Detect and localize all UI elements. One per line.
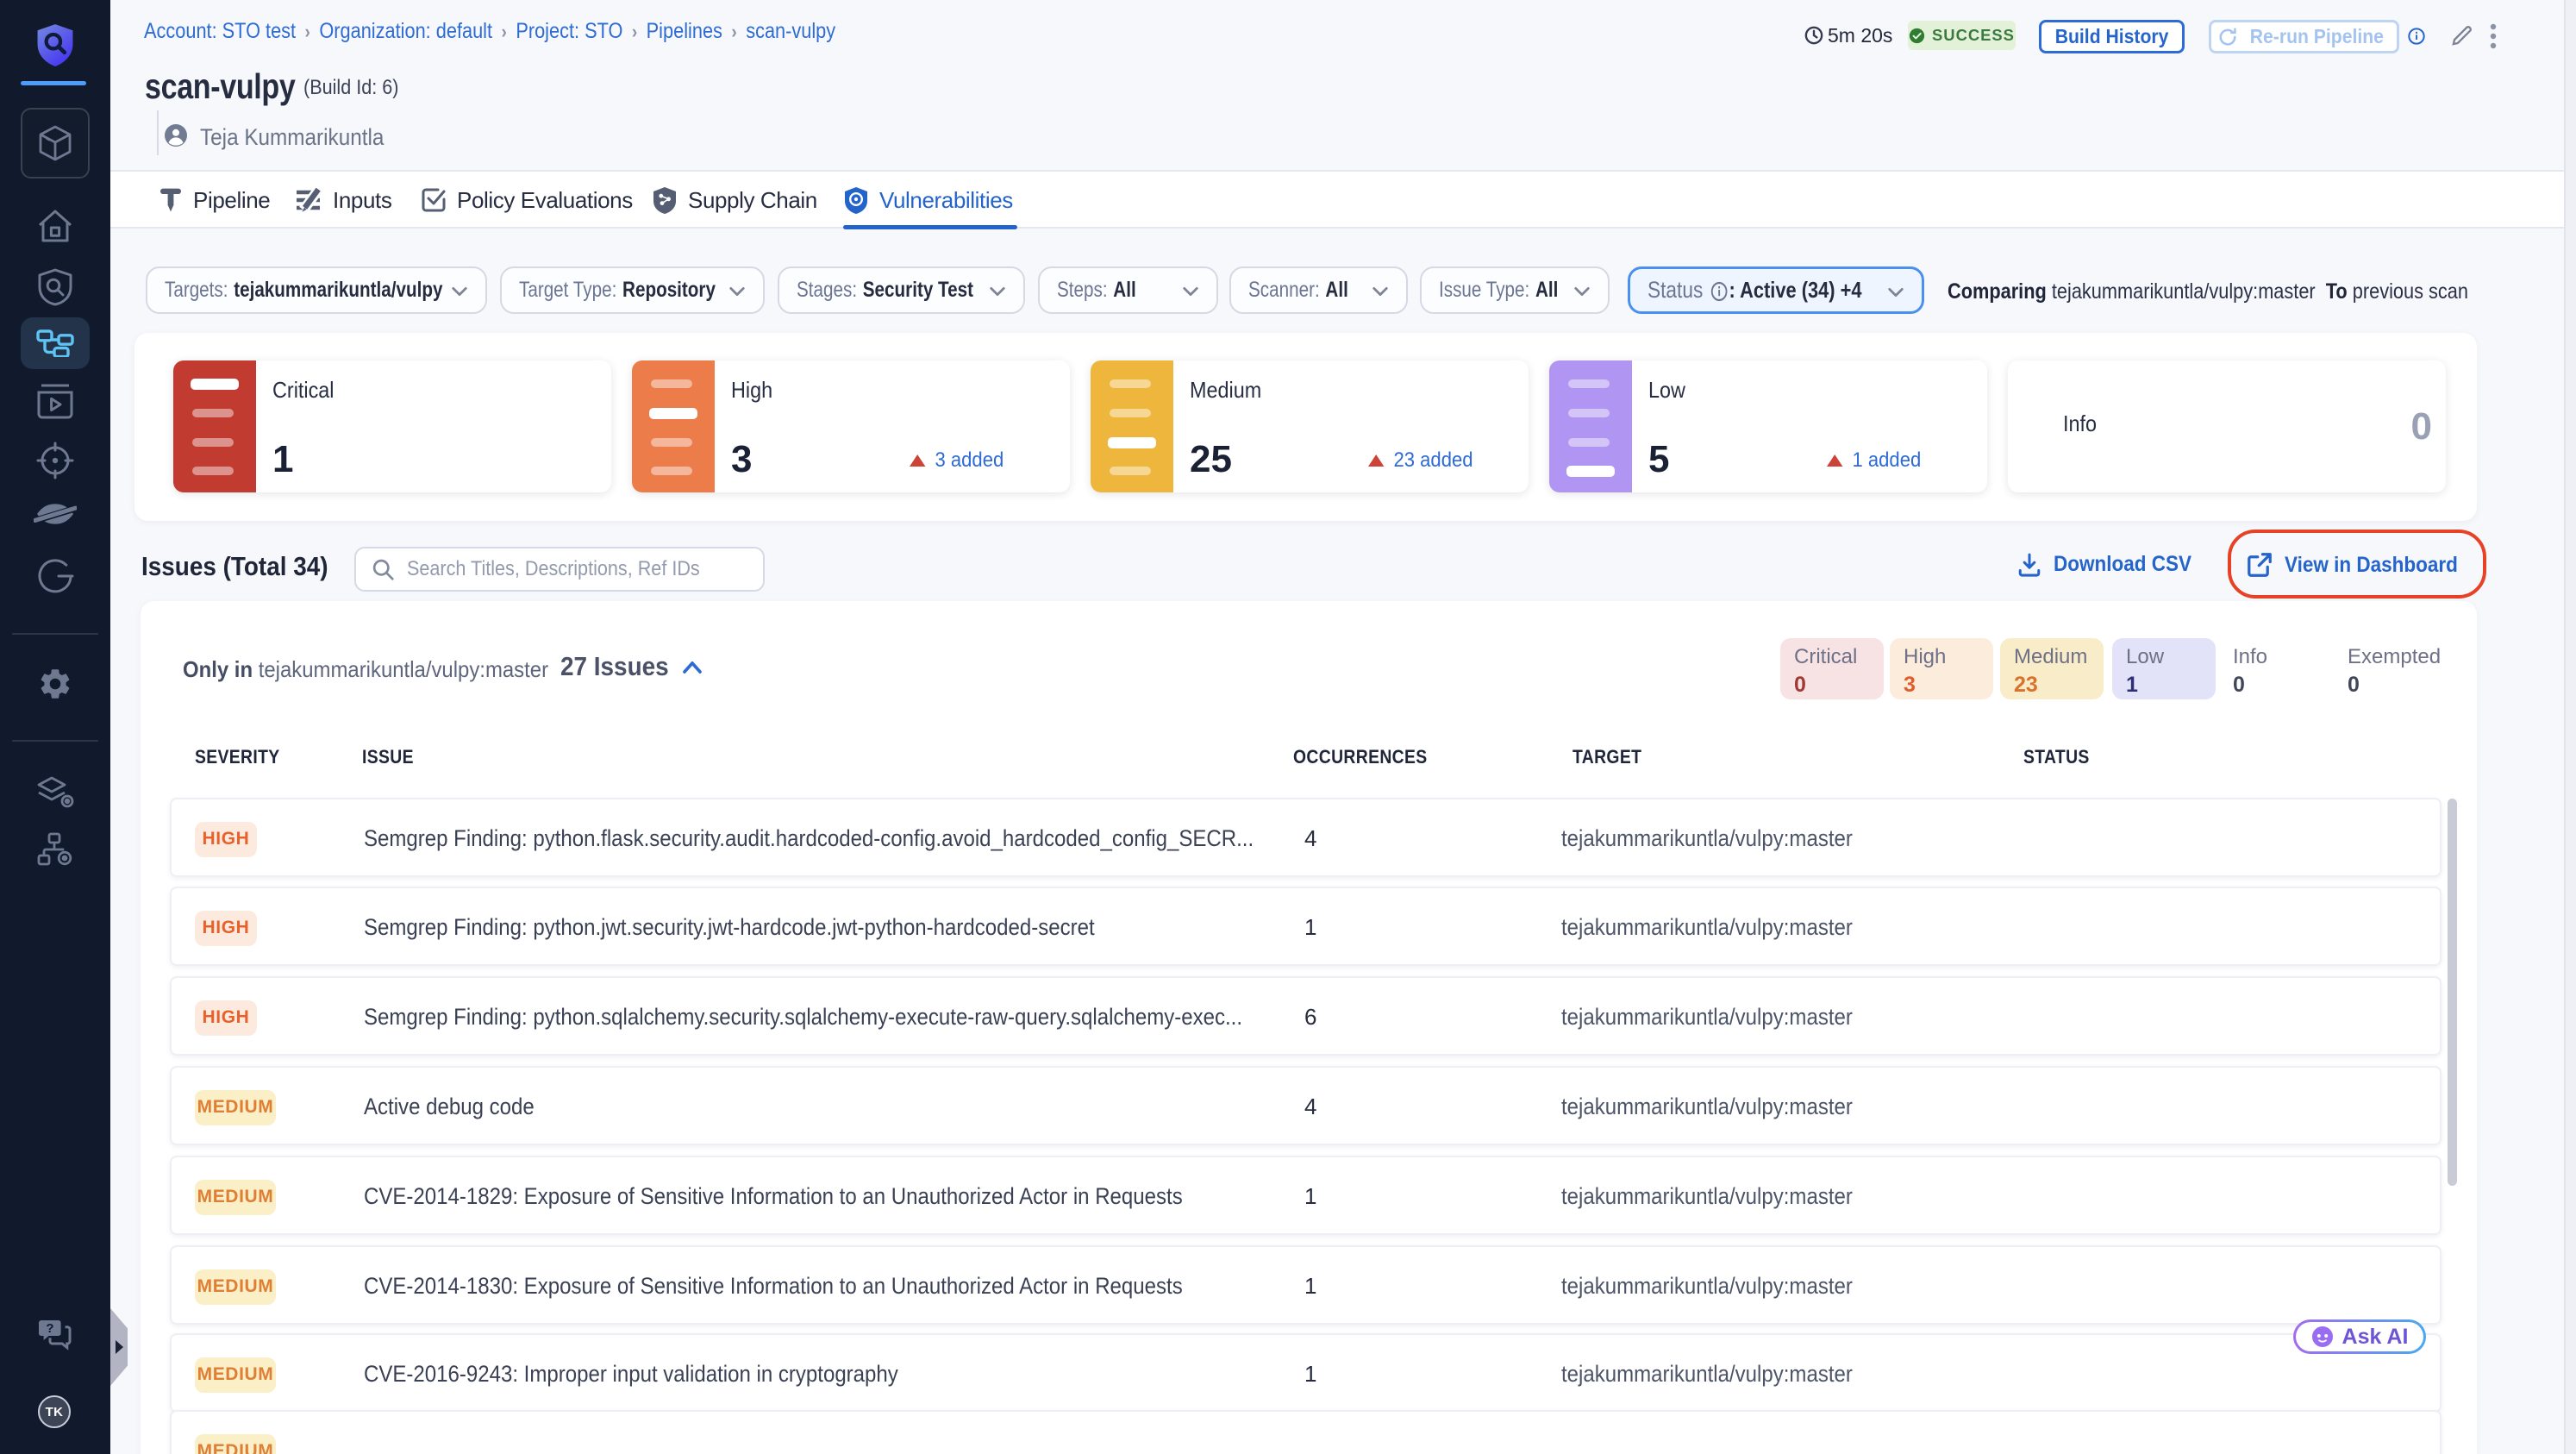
svg-text:?: ?: [46, 1321, 53, 1336]
